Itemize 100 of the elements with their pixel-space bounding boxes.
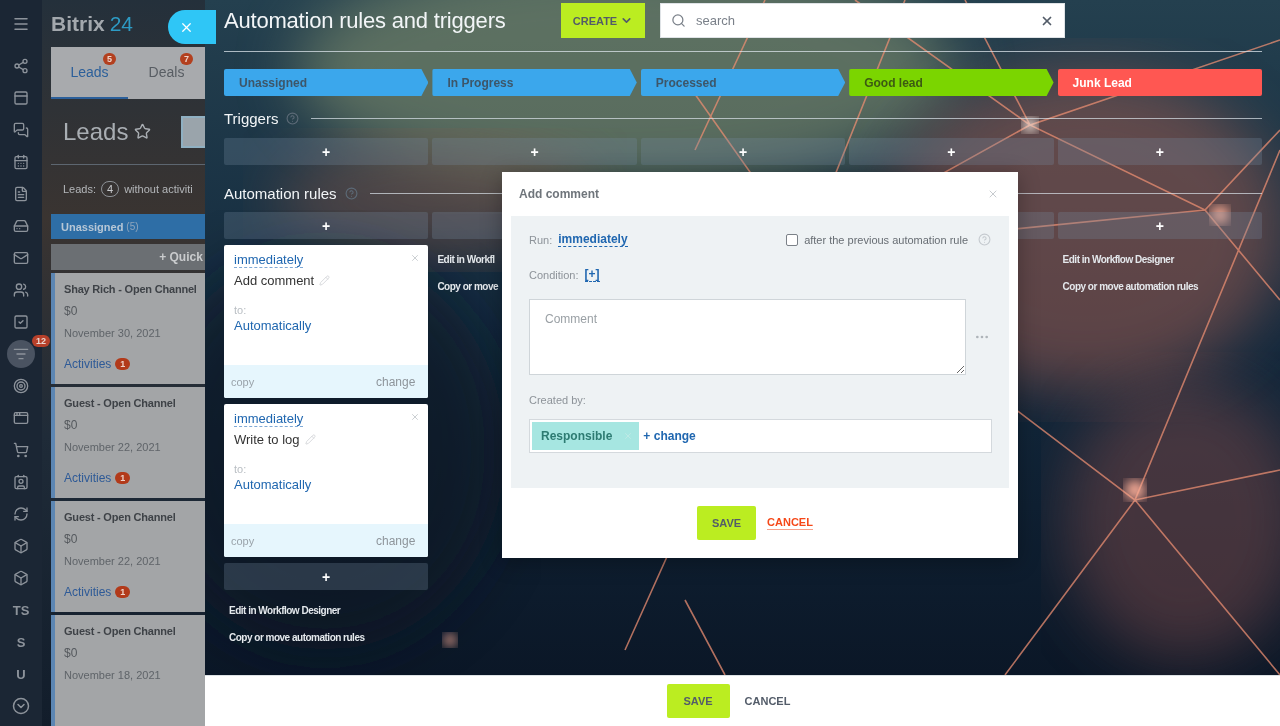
add-rule-button[interactable]: + (224, 212, 429, 239)
create-button[interactable]: CREATE (561, 3, 645, 38)
checkbox[interactable] (786, 233, 799, 246)
lead-date: November 18, 2021 (64, 669, 162, 681)
menu-icon[interactable] (12, 15, 30, 33)
lead-title: Shay Rich - Open Channel (64, 283, 198, 295)
sidebar-item[interactable] (7, 340, 35, 368)
change-link[interactable]: change (376, 374, 416, 389)
panel-title: Automation rules and triggers (224, 7, 507, 34)
save-button[interactable]: SAVE (666, 684, 730, 718)
save-button[interactable]: SAVE (697, 506, 757, 540)
add-trigger-button[interactable]: + (224, 138, 429, 165)
add-trigger-button[interactable]: + (849, 138, 1054, 165)
add-trigger-button[interactable]: + (432, 138, 637, 165)
close-button[interactable] (168, 10, 216, 44)
user-tag: Responsible (532, 422, 640, 450)
board-link[interactable]: Copy or move automation rules (229, 628, 365, 647)
timing-link[interactable]: immediately (234, 252, 304, 268)
lead-amount: $0 (64, 304, 79, 318)
chevron-down-icon[interactable] (12, 697, 30, 715)
activities-link[interactable]: Activities (64, 585, 112, 599)
checkbox-icon (13, 314, 29, 330)
target-icon (13, 378, 29, 394)
lead-card[interactable]: Guest - Open Channel $0 November 22, 2021 Activities 1 (51, 501, 205, 612)
dialog-title: Add comment (519, 187, 599, 201)
sidebar-item[interactable]: TS (7, 596, 35, 624)
recipient-link[interactable]: Automatically (234, 318, 312, 333)
lead-amount: $0 (64, 646, 79, 660)
lead-amount: $0 (64, 532, 79, 546)
sidebar-item[interactable]: U (7, 660, 35, 688)
tab[interactable]: Deals 7 (128, 47, 205, 100)
search-icon (671, 13, 686, 28)
counter-label: Leads: (63, 183, 97, 196)
counter-text: without activiti (124, 183, 193, 196)
user-selector-field[interactable]: Responsible + change (529, 419, 992, 453)
comment-field[interactable]: Comment (529, 299, 966, 375)
calendar-icon (13, 154, 29, 170)
lead-card[interactable]: Shay Rich - Open Channel $0 November 30, 2021 Activities 1 (51, 273, 205, 384)
document-icon (13, 186, 29, 202)
lead-title: Guest - Open Channel (64, 625, 177, 637)
lead-date: November 22, 2021 (64, 555, 162, 567)
timing-link[interactable]: immediately (234, 411, 304, 427)
column-count: (5) (126, 221, 139, 233)
created-by-label: Created by: (529, 394, 586, 406)
run-label: Run: (529, 233, 553, 246)
lead-title: Guest - Open Channel (64, 397, 177, 409)
search-field[interactable]: search (660, 3, 1065, 38)
condition-label: Condition: (529, 268, 579, 281)
board-link[interactable]: Edit in Workfl (437, 250, 495, 269)
add-rule-button[interactable]: + (224, 563, 429, 590)
checkbox-label: after the previous automation rule (804, 233, 968, 246)
count-badge: 7 (180, 53, 193, 66)
contact-card-icon (13, 474, 29, 490)
people-icon (13, 282, 29, 298)
board-link[interactable]: Edit in Workflow Designer (229, 601, 341, 620)
change-link[interactable]: change (376, 533, 416, 548)
box-icon (13, 570, 29, 586)
cancel-button[interactable]: CANCEL (744, 695, 791, 707)
rule-name: Add comment (234, 273, 315, 288)
run-value-link[interactable]: immediately (558, 232, 628, 247)
cancel-button[interactable]: CANCEL (767, 516, 813, 530)
lead-date: November 22, 2021 (64, 441, 162, 453)
board-link[interactable]: Copy or move (437, 277, 499, 296)
sidebar-item[interactable]: S (7, 628, 35, 656)
add-trigger-button[interactable]: + (640, 138, 846, 165)
chat-icon (13, 122, 29, 138)
lead-title: Guest - Open Channel (64, 511, 177, 523)
rule-card[interactable]: immediately Add comment to: Automatically copy change (224, 245, 429, 398)
add-rule-button[interactable]: + (1057, 212, 1262, 239)
count-badge: 1 (115, 358, 131, 370)
change-link[interactable]: + change (643, 429, 696, 443)
quick-add-button[interactable]: + Quick (51, 244, 205, 270)
activities-link[interactable]: Activities (64, 357, 112, 371)
cart-icon (13, 442, 29, 458)
board-link[interactable]: Edit in Workflow Designer (1062, 250, 1174, 269)
count-badge: 12 (32, 335, 50, 347)
lead-amount: $0 (64, 418, 79, 432)
search-input[interactable]: search (696, 13, 1030, 28)
lead-card[interactable]: Guest - Open Channel $0 November 22, 2021 Activities 1 (51, 387, 205, 498)
filter-icon (13, 346, 29, 362)
rule-card[interactable]: immediately Write to log to: Automatically copy change (224, 404, 429, 557)
activities-link[interactable]: Activities (64, 471, 112, 485)
count-badge: 1 (115, 586, 131, 598)
column-title: Unassigned (61, 220, 124, 233)
section-title: Automation rules (224, 184, 337, 202)
board-link[interactable]: Copy or move automation rules (1062, 277, 1199, 296)
to-label: to: (234, 304, 247, 316)
star-icon[interactable] (134, 123, 152, 140)
lead-date: November 30, 2021 (64, 327, 162, 339)
share-icon (13, 58, 29, 74)
mail-icon (13, 250, 29, 266)
section-title: Triggers (224, 109, 279, 127)
add-trigger-button[interactable]: + (1057, 138, 1262, 165)
lead-card[interactable]: Guest - Open Channel $0 November 18, 2021 (51, 615, 205, 726)
recipient-link[interactable]: Automatically (234, 477, 312, 492)
to-label: to: (234, 463, 247, 475)
condition-link[interactable]: [+] (584, 267, 600, 282)
window-icon (13, 410, 29, 426)
tab[interactable]: Leads 5 (51, 47, 128, 100)
page-title: Leads (63, 117, 129, 146)
